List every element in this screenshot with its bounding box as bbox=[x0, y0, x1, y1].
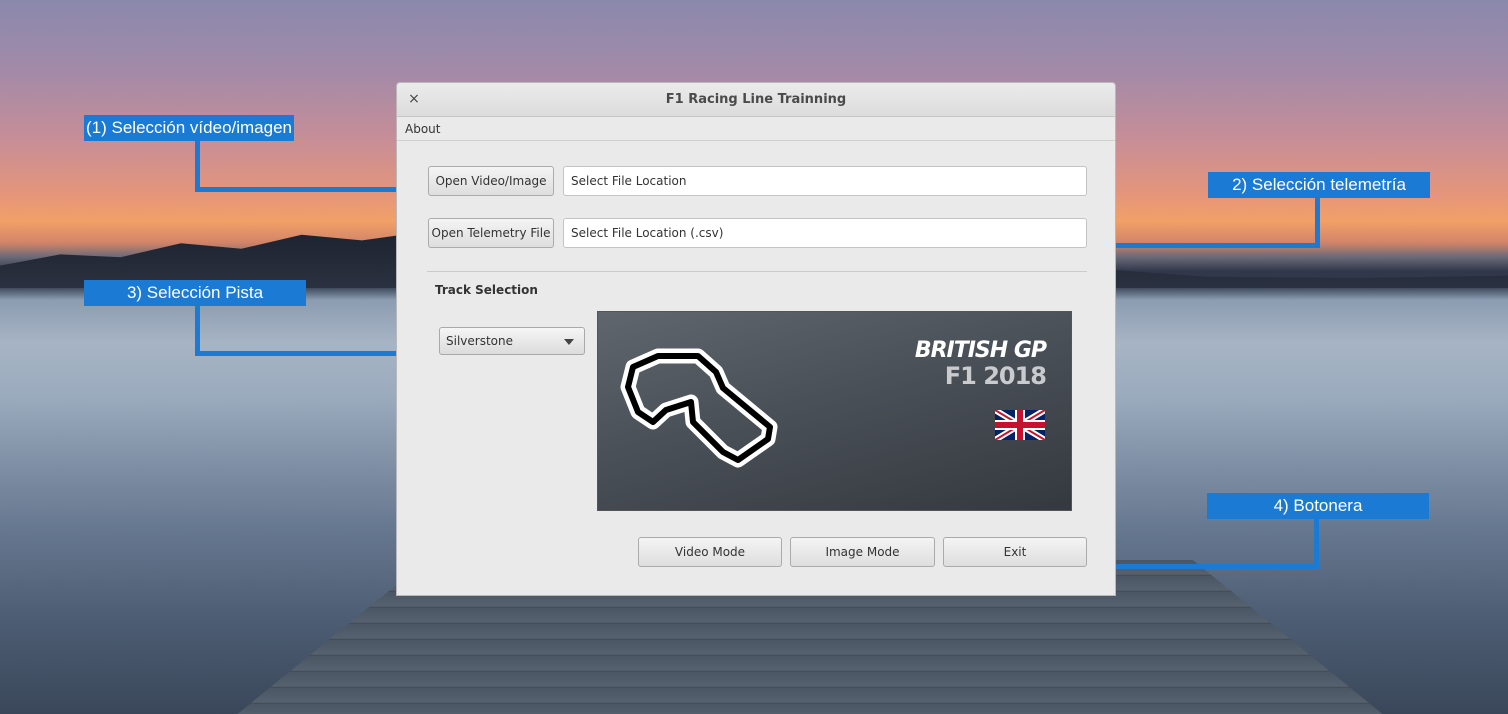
track-select[interactable]: Silverstone bbox=[439, 327, 585, 355]
open-telemetry-button-label: Open Telemetry File bbox=[431, 226, 551, 240]
video-file-location-field[interactable]: Select File Location bbox=[563, 166, 1087, 196]
exit-button-label: Exit bbox=[1003, 545, 1027, 559]
annotation-label-4: 4) Botonera bbox=[1207, 493, 1429, 519]
annotation-line-4 bbox=[1314, 519, 1319, 569]
annotation-line-2 bbox=[1315, 198, 1320, 248]
annotation-line-3 bbox=[195, 306, 200, 356]
gp-subtitle: F1 2018 bbox=[944, 362, 1047, 390]
union-jack-flag-icon bbox=[995, 410, 1045, 440]
track-preview-image: BRITISH GP F1 2018 bbox=[597, 311, 1072, 511]
window-title: F1 Racing Line Trainning bbox=[665, 92, 847, 107]
video-file-location-value: Select File Location bbox=[571, 174, 687, 188]
title-bar[interactable]: × F1 Racing Line Trainning bbox=[397, 83, 1115, 117]
telemetry-file-location-field[interactable]: Select File Location (.csv) bbox=[563, 218, 1087, 248]
track-select-value: Silverstone bbox=[446, 334, 513, 348]
menu-bar: About bbox=[397, 117, 1115, 141]
annotation-line-1 bbox=[195, 141, 200, 192]
app-window: × F1 Racing Line Trainning About Open Vi… bbox=[396, 82, 1116, 596]
chevron-down-icon bbox=[564, 339, 574, 345]
annotation-label-3: 3) Selección Pista bbox=[84, 280, 306, 306]
annotation-line-4 bbox=[1093, 564, 1319, 569]
annotation-line-3 bbox=[195, 351, 420, 356]
separator bbox=[427, 271, 1087, 272]
open-telemetry-button[interactable]: Open Telemetry File bbox=[428, 218, 554, 248]
video-mode-button-label: Video Mode bbox=[674, 545, 746, 559]
video-mode-button[interactable]: Video Mode bbox=[638, 537, 782, 567]
image-mode-button[interactable]: Image Mode bbox=[790, 537, 935, 567]
image-mode-button-label: Image Mode bbox=[825, 545, 900, 559]
telemetry-file-location-value: Select File Location (.csv) bbox=[571, 226, 724, 240]
track-layout-icon bbox=[620, 348, 778, 468]
annotation-line-1 bbox=[195, 187, 420, 192]
menu-item-about[interactable]: About bbox=[405, 122, 440, 136]
open-video-button[interactable]: Open Video/Image bbox=[428, 166, 554, 196]
gp-title: BRITISH GP bbox=[914, 338, 1047, 363]
open-video-button-label: Open Video/Image bbox=[435, 174, 547, 188]
annotation-label-2: 2) Selección telemetría bbox=[1208, 172, 1430, 198]
annotation-label-1: (1) Selección vídeo/imagen bbox=[84, 115, 295, 141]
annotation-line-2 bbox=[1093, 243, 1320, 248]
track-selection-heading: Track Selection bbox=[435, 283, 538, 297]
exit-button[interactable]: Exit bbox=[943, 537, 1087, 567]
